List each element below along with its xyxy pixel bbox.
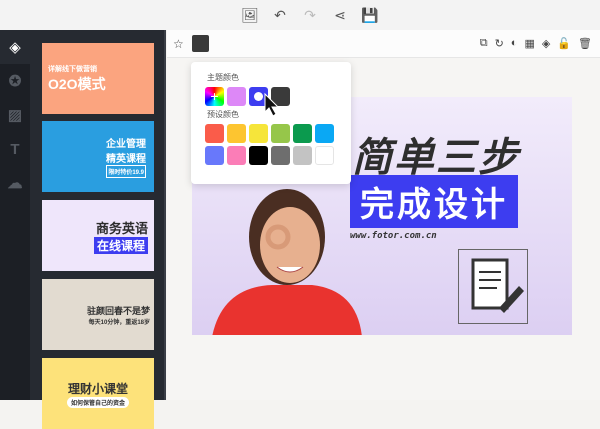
preset-color-swatch[interactable] <box>249 124 268 143</box>
template-title: 驻颜回春不是梦 <box>86 305 150 316</box>
add-color-button[interactable]: + <box>205 87 224 106</box>
template-thumbnail[interactable]: 商务英语 在线课程 <box>42 200 154 271</box>
template-thumbnail[interactable]: 企业管理 精英课程 限时特价19.9 <box>42 121 154 192</box>
template-text: 每天10分钟，重返18岁 <box>88 319 150 326</box>
share-icon[interactable]: ⋖ <box>332 7 348 23</box>
save-icon[interactable]: 💾 <box>361 7 378 23</box>
document-icon <box>471 258 524 313</box>
undo-icon[interactable]: ↶ <box>272 7 288 23</box>
preset-color-swatch[interactable] <box>315 124 334 143</box>
url-text[interactable]: www.fotor.com.cn <box>350 231 437 241</box>
texture-icon[interactable]: ▨ <box>0 98 30 132</box>
theme-color-swatch[interactable] <box>227 87 246 106</box>
template-title: 商务英语 <box>95 220 148 236</box>
preset-color-swatch[interactable] <box>315 146 334 165</box>
rotate-icon[interactable]: ↻ <box>495 37 504 50</box>
person-image <box>212 189 362 335</box>
template-title: 理财小课堂 <box>67 381 128 396</box>
preset-color-swatch[interactable] <box>271 124 290 143</box>
subhead-text[interactable]: 完成设计 <box>350 175 518 228</box>
lock-icon[interactable]: 🔓 <box>557 37 571 50</box>
template-title: 精英课程 <box>106 154 146 165</box>
template-thumbnail[interactable]: 驻颜回春不是梦 每天10分钟，重返18岁 <box>42 279 154 350</box>
preset-color-swatch[interactable] <box>293 124 312 143</box>
redo-icon[interactable]: ↷ <box>302 7 318 23</box>
layer-icon[interactable]: ◈ <box>542 37 550 50</box>
preset-color-swatch[interactable] <box>205 124 224 143</box>
template-text: 如何保管自己的资金 <box>66 396 129 408</box>
theme-colors-label: 主题颜色 <box>207 73 239 82</box>
preset-color-swatch[interactable] <box>249 146 268 165</box>
preset-color-swatch[interactable] <box>227 124 246 143</box>
element-toolbar: ☆ ⧉ ↻ ◐ ▦ ◈ 🔓 🗑 <box>167 30 600 58</box>
favorite-icon[interactable]: ☆ <box>173 37 184 51</box>
document-graphic[interactable] <box>458 249 528 324</box>
template-thumbnail[interactable]: 理财小课堂 如何保管自己的资金 <box>42 358 154 429</box>
duplicate-icon[interactable]: ⧉ <box>480 37 488 50</box>
layers-icon[interactable]: ◈ <box>0 30 30 64</box>
mask-icon[interactable]: ◐ <box>511 37 518 50</box>
text-icon[interactable]: T <box>0 132 30 166</box>
template-title: O2O模式 <box>48 75 106 92</box>
upload-icon[interactable]: ☁ <box>0 166 30 200</box>
template-thumbnail[interactable]: 详解线下做营销 O2O模式 <box>42 43 154 114</box>
template-title: 在线课程 <box>93 236 148 254</box>
top-toolbar: 🖼 ↶ ↷ ⋖ 💾 <box>0 0 600 30</box>
preset-color-swatch[interactable] <box>293 146 312 165</box>
template-text: 限时特价19.9 <box>106 165 146 178</box>
template-title: 企业管理 <box>106 139 146 150</box>
preset-color-swatch[interactable] <box>205 146 224 165</box>
star-icon[interactable]: ✪ <box>0 64 30 98</box>
transparency-icon[interactable]: ▦ <box>524 37 534 50</box>
image-icon[interactable]: 🖼 <box>241 7 259 23</box>
color-popup: 主题颜色 + 预设颜色 <box>191 62 351 184</box>
template-text: 详解线下做营销 <box>48 65 97 73</box>
mouse-cursor-icon <box>264 92 280 117</box>
tool-rail: ◈ ✪ ▨ T ☁ <box>0 30 30 400</box>
color-picker-button[interactable] <box>191 35 209 52</box>
preset-color-swatch[interactable] <box>227 146 246 165</box>
template-panel: 详解线下做营销 O2O模式 企业管理 精英课程 限时特价19.9 商务英语 在线… <box>30 30 166 429</box>
delete-icon[interactable]: 🗑 <box>578 37 592 50</box>
preset-color-swatch[interactable] <box>271 146 290 165</box>
